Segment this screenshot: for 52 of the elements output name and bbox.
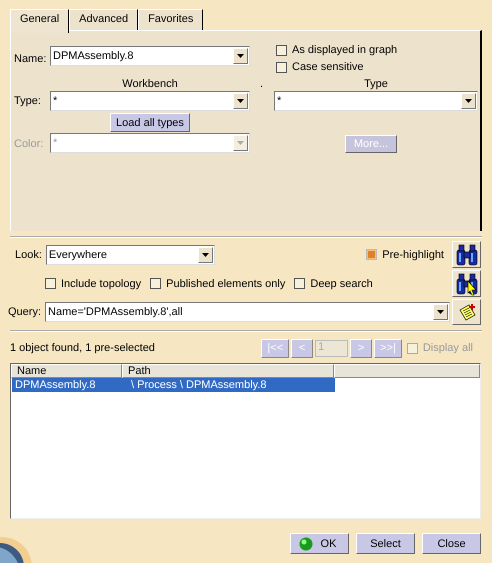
column-header[interactable]: Path <box>122 364 334 378</box>
search-button[interactable] <box>452 270 481 298</box>
checkbox[interactable] <box>276 62 287 72</box>
ok-light-icon <box>298 536 313 550</box>
column-header[interactable]: Name <box>11 364 122 378</box>
checkbox[interactable] <box>45 278 56 290</box>
dropdown-icon <box>237 141 244 145</box>
ok-button[interactable]: OK <box>290 533 349 554</box>
dropdown-icon <box>202 252 209 257</box>
checkbox-label: As displayed in graph <box>292 44 398 56</box>
column-header: Type <box>363 78 389 91</box>
table-cell-text: \ Process \ DPMAssembly.8 <box>130 379 268 392</box>
checkbox[interactable] <box>366 249 378 260</box>
combo-box[interactable]: * <box>50 91 250 111</box>
field-label: Type: <box>14 95 42 107</box>
tab[interactable]: Favorites <box>138 9 204 31</box>
field-label: Look: <box>15 248 42 261</box>
combo-box[interactable]: DPMAssembly.8 <box>50 46 250 66</box>
tab[interactable]: General <box>10 9 70 33</box>
checkbox-label: Published elements only <box>166 278 286 290</box>
dropdown-icon <box>237 99 244 103</box>
checkbox-label: Display all <box>422 342 473 354</box>
add-query-button[interactable] <box>452 299 481 326</box>
table-row[interactable]: DPMAssembly.8 \ Process \ DPMAssembly.8 <box>12 378 335 392</box>
separator-text: . <box>259 78 264 91</box>
dropdown-icon <box>465 99 472 103</box>
checkbox-label: Case sensitive <box>292 61 364 73</box>
load-button[interactable]: Load all types <box>110 113 190 132</box>
dropdown-icon <box>437 310 444 314</box>
checkbox-label: Deep search <box>310 278 373 290</box>
dialog-button[interactable]: Close <box>422 533 481 554</box>
checkbox-label: Pre-highlight <box>382 248 444 261</box>
tab[interactable]: Advanced <box>69 9 138 31</box>
combo-box[interactable]: Name='DPMAssembly.8',all <box>45 302 450 322</box>
field-label: Color: <box>14 138 44 150</box>
checkbox-label: Include topology <box>61 278 142 290</box>
field-label: Query: <box>8 306 42 318</box>
note-add-icon <box>456 302 476 322</box>
combo-box[interactable]: * <box>274 91 478 111</box>
table-cell-text: DPMAssembly.8 <box>14 379 96 392</box>
binoculars-icon <box>454 242 480 267</box>
field-label: Name: <box>14 52 48 64</box>
search-button[interactable] <box>452 241 481 268</box>
column-header: Workbench <box>121 78 179 91</box>
status-text: 1 object found, 1 pre-selected <box>10 342 155 354</box>
checkbox[interactable] <box>294 278 306 290</box>
dialog-button[interactable]: Select <box>356 533 415 554</box>
binoculars-icon <box>454 272 480 296</box>
combo-box[interactable]: Everywhere <box>46 244 215 265</box>
checkbox[interactable] <box>276 44 287 56</box>
checkbox[interactable] <box>150 278 162 290</box>
dropdown-icon <box>237 54 244 58</box>
